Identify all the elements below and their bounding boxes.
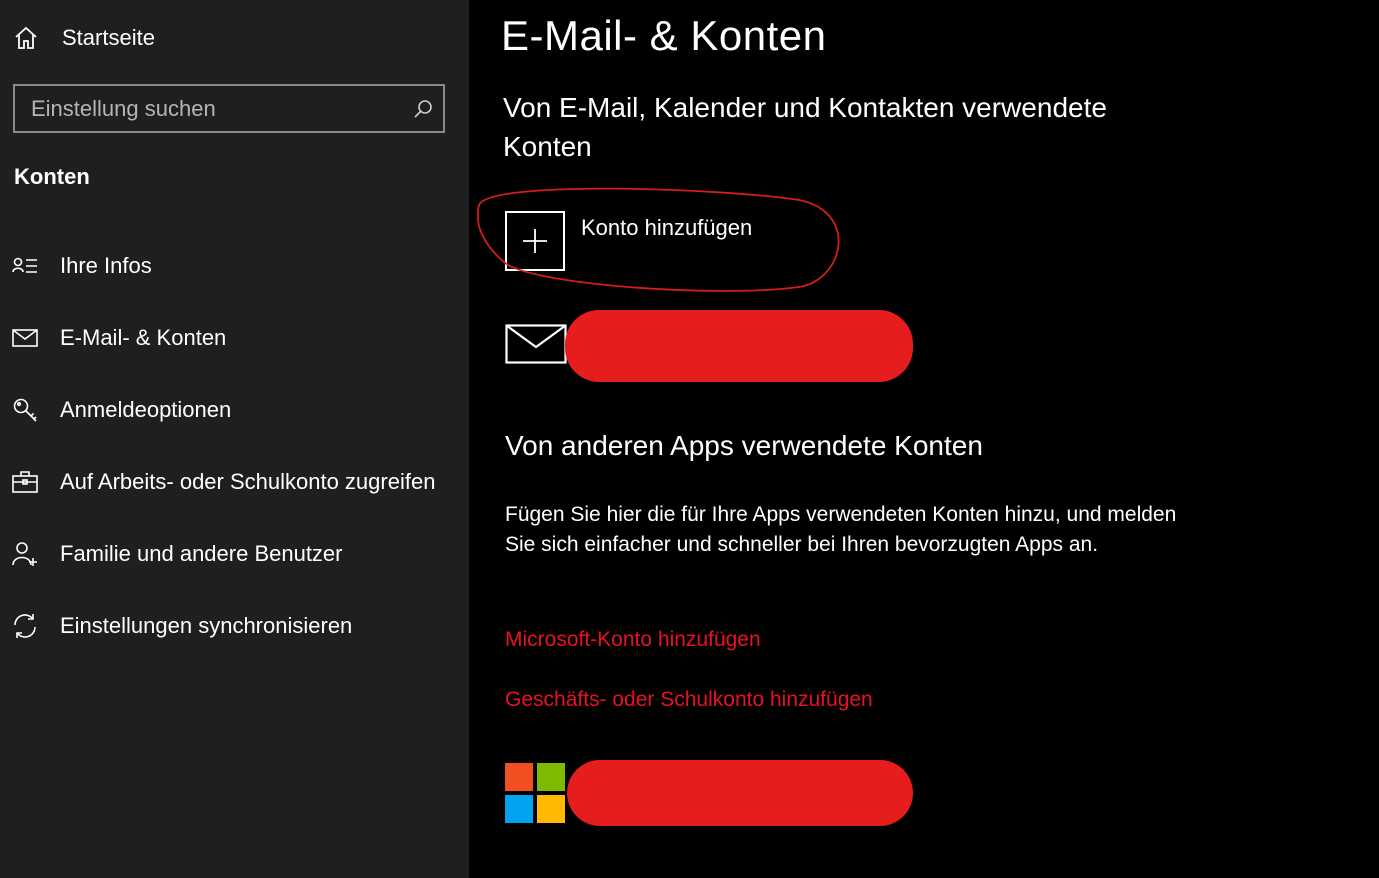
sync-icon xyxy=(11,612,39,640)
key-icon xyxy=(11,396,39,424)
search-icon[interactable] xyxy=(403,86,443,131)
add-account-button[interactable]: Konto hinzufügen xyxy=(505,211,752,271)
sidebar-item-label: Anmeldeoptionen xyxy=(60,397,232,422)
sidebar-item-anmeldeoptionen[interactable]: Anmeldeoptionen xyxy=(0,382,469,438)
sidebar-item-arbeitskonto[interactable]: Auf Arbeits- oder Schulkonto zugreifen xyxy=(0,454,469,510)
search-input[interactable] xyxy=(15,86,403,131)
section-title: Konten xyxy=(14,164,90,189)
microsoft-account-item[interactable] xyxy=(505,760,913,826)
sidebar-item-label: Familie und andere Benutzer xyxy=(60,541,343,566)
home-label: Startseite xyxy=(62,25,155,50)
add-account-label: Konto hinzufügen xyxy=(581,215,753,240)
settings-window: Startseite Konten Ihre Infos xyxy=(0,0,1379,878)
redacted-account-name xyxy=(565,310,913,382)
mail-icon xyxy=(11,324,39,352)
person-add-icon xyxy=(11,540,39,568)
section-heading-app-accounts: Von anderen Apps verwendete Konten xyxy=(505,430,983,461)
mail-icon xyxy=(505,323,567,369)
home-link[interactable]: Startseite xyxy=(12,20,155,56)
plus-icon xyxy=(505,211,565,271)
sidebar-item-label: Einstellungen synchronisieren xyxy=(60,613,353,638)
sidebar-item-label: E-Mail- & Konten xyxy=(60,325,227,350)
sidebar-item-ihre-infos[interactable]: Ihre Infos xyxy=(0,238,469,294)
add-work-account-link[interactable]: Geschäfts- oder Schulkonto hinzufügen xyxy=(505,688,873,712)
add-microsoft-account-link[interactable]: Microsoft-Konto hinzufügen xyxy=(505,628,761,652)
section-description: Fügen Sie hier die für Ihre Apps verwend… xyxy=(505,503,1177,556)
person-list-icon xyxy=(11,252,39,280)
home-icon xyxy=(12,24,40,52)
search-box[interactable] xyxy=(13,84,445,133)
sidebar-item-label: Ihre Infos xyxy=(60,253,152,278)
sidebar-item-familie[interactable]: Familie und andere Benutzer xyxy=(0,526,469,582)
page-title: E-Mail- & Konten xyxy=(501,12,827,59)
sidebar: Startseite Konten Ihre Infos xyxy=(0,0,469,878)
section-heading-email-accounts: Von E-Mail, Kalender und Kontakten verwe… xyxy=(503,92,1107,162)
sidebar-item-label: Auf Arbeits- oder Schulkonto zugreifen xyxy=(60,469,436,494)
main-content: E-Mail- & Konten Von E-Mail, Kalender un… xyxy=(469,0,1379,878)
redacted-account-name xyxy=(567,760,913,826)
microsoft-logo-icon xyxy=(505,763,565,823)
sidebar-item-email-konten[interactable]: E-Mail- & Konten xyxy=(0,310,469,366)
email-account-item[interactable] xyxy=(505,310,913,382)
sidebar-item-synchronisieren[interactable]: Einstellungen synchronisieren xyxy=(0,598,469,654)
briefcase-icon xyxy=(11,468,39,496)
